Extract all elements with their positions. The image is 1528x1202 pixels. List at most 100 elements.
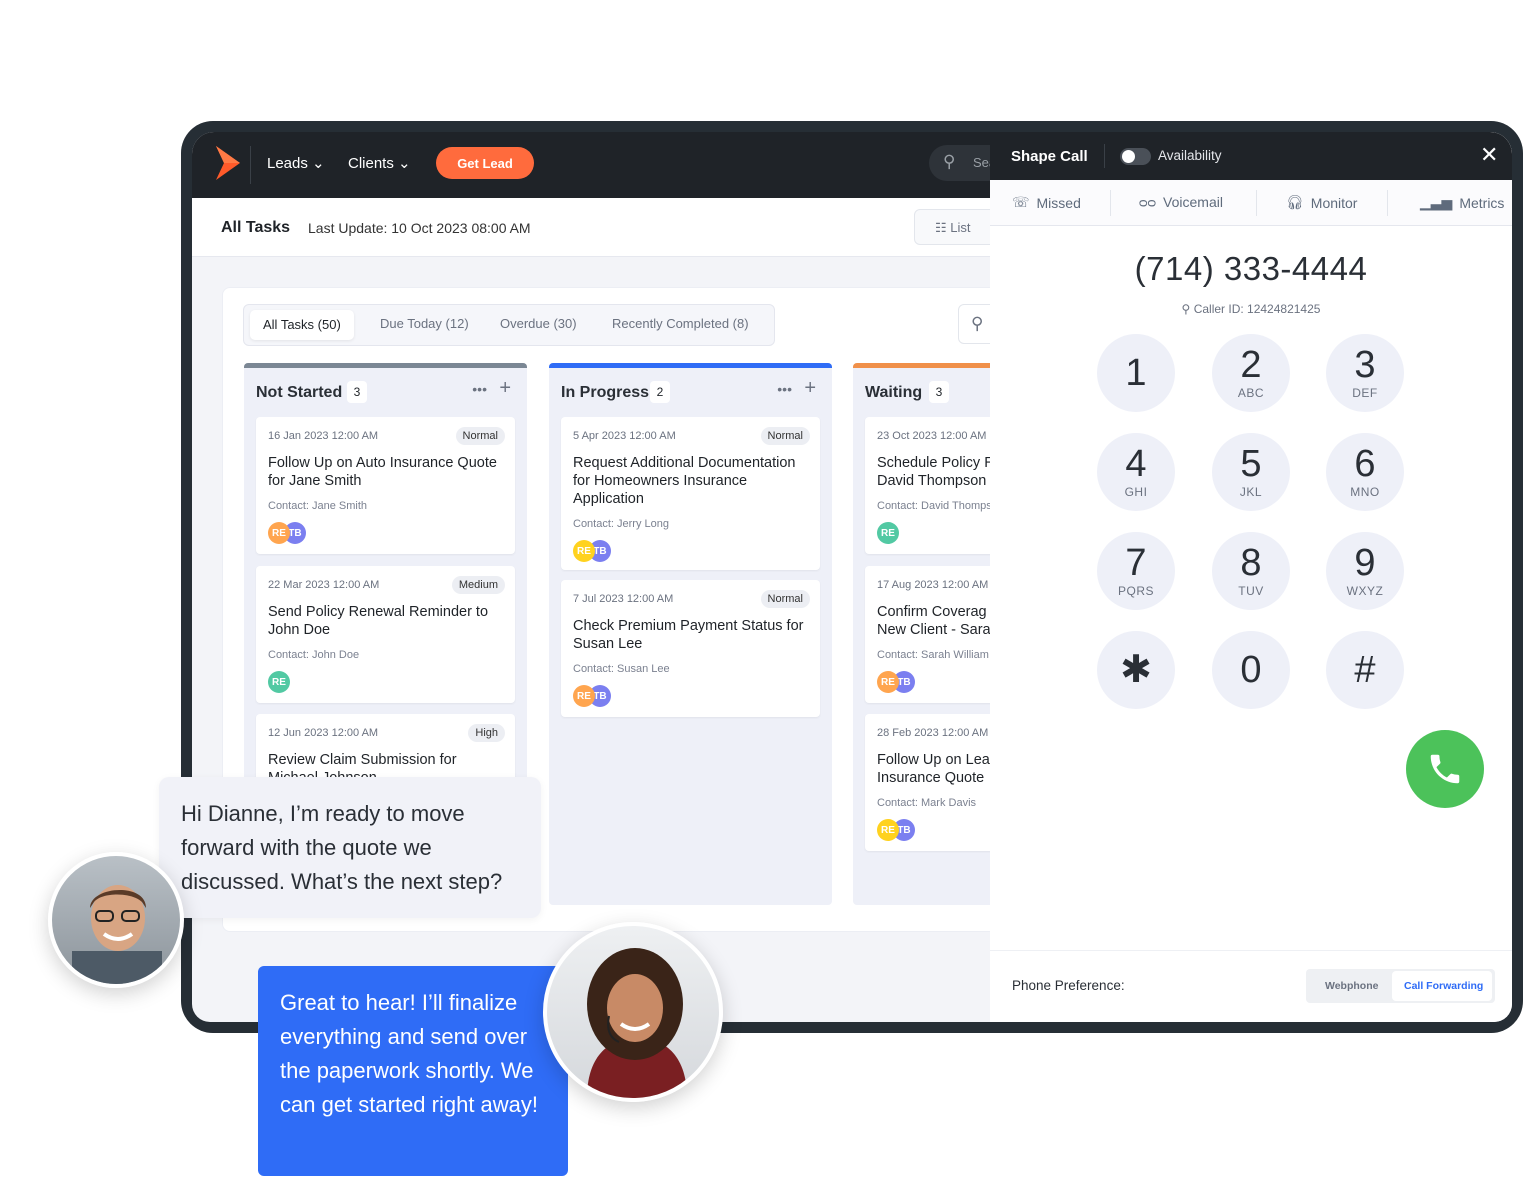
tab-missed[interactable]: ☏ Missed <box>1012 194 1081 211</box>
phone-number-display[interactable]: (714) 333-4444 <box>990 250 1512 288</box>
avatar: RE <box>573 540 595 562</box>
priority-badge: Normal <box>760 427 810 445</box>
tab-overdue[interactable]: Overdue (30) <box>500 316 577 331</box>
task-contact: Contact: Jerry Long <box>573 518 669 530</box>
availability-toggle[interactable] <box>1120 148 1151 165</box>
call-button[interactable] <box>1406 730 1484 808</box>
avatar: RE <box>877 819 899 841</box>
key-6[interactable]: 6 MNO <box>1326 433 1404 511</box>
avatar: RE <box>573 685 595 707</box>
task-contact: Contact: Sarah William <box>877 649 989 661</box>
key-5[interactable]: 5 JKL <box>1212 433 1290 511</box>
search-icon: ⚲ <box>943 152 956 171</box>
nav-clients[interactable]: Clients ⌄ <box>348 154 411 172</box>
key-digit: # <box>1354 649 1376 691</box>
task-date: 12 Jun 2023 12:00 AM <box>268 727 379 739</box>
task-date: 7 Jul 2023 12:00 AM <box>573 593 674 605</box>
more-icon[interactable]: ••• <box>472 381 487 397</box>
dialer-title: Shape Call <box>1011 148 1088 165</box>
tab-due-today[interactable]: Due Today (12) <box>380 316 469 331</box>
task-title: Follow Up on Auto Insurance Quote for Ja… <box>268 455 497 489</box>
caller-id: ⚲ Caller ID: 12424821425 <box>1181 302 1321 316</box>
key-2[interactable]: 2 ABC <box>1212 334 1290 412</box>
close-icon[interactable]: ✕ <box>1480 142 1498 168</box>
availability-label: Availability <box>1158 148 1222 163</box>
key-8[interactable]: 8 TUV <box>1212 532 1290 610</box>
column-count: 2 <box>650 381 670 403</box>
phone-preference: Phone Preference: Webphone Call Forwardi… <box>990 950 1512 1022</box>
task-contact: Contact: John Doe <box>268 649 360 661</box>
task-card[interactable]: 22 Mar 2023 12:00 AM Medium Send Policy … <box>256 566 515 703</box>
key-4[interactable]: 4 GHI <box>1097 433 1175 511</box>
call-forwarding-option[interactable]: Call Forwarding <box>1392 971 1492 1001</box>
task-date: 17 Aug 2023 12:00 AM <box>877 579 989 591</box>
top-nav: Leads ⌄ Clients ⌄ Get Lead ⚲ Sea <box>192 132 1009 198</box>
get-lead-button[interactable]: Get Lead <box>436 147 534 179</box>
tab-metrics[interactable]: ▁▃▅ Metrics <box>1420 194 1504 211</box>
task-title: Confirm Coverag New Client - Sara <box>877 604 991 638</box>
voicemail-icon: ᴑᴑ <box>1139 194 1157 210</box>
avatar: RE <box>268 671 290 693</box>
key-digit: 5 <box>1240 443 1262 485</box>
avatar: RE <box>268 522 290 544</box>
search-icon: ⚲ <box>971 314 984 333</box>
key-1[interactable]: 1 <box>1097 334 1175 412</box>
agent-message-bubble: Great to hear! I’ll finalize everything … <box>258 966 568 1176</box>
key-hash[interactable]: # <box>1326 631 1404 709</box>
key-digit: 4 <box>1125 443 1147 485</box>
key-letters: MNO <box>1350 485 1380 499</box>
key-letters: PQRS <box>1117 584 1154 598</box>
dialer-header: Shape Call Availability ✕ <box>990 132 1512 180</box>
task-title: Check Premium Payment Status for Susan L… <box>573 618 804 652</box>
tab-all-tasks[interactable]: All Tasks (50) <box>250 310 354 340</box>
priority-badge: Normal <box>455 427 505 445</box>
key-3[interactable]: 3 DEF <box>1326 334 1404 412</box>
task-card[interactable]: 7 Jul 2023 12:00 AM Normal Check Premium… <box>561 580 820 717</box>
key-digit: 9 <box>1354 542 1376 584</box>
key-7[interactable]: 7 PQRS <box>1097 532 1175 610</box>
task-contact: Contact: Jane Smith <box>268 500 368 512</box>
client-avatar-photo <box>48 852 184 988</box>
location-pin-icon: ⚲ <box>1181 302 1191 316</box>
nav-leads[interactable]: Leads ⌄ <box>267 154 325 172</box>
key-digit: 2 <box>1240 344 1262 386</box>
client-message-bubble: Hi Dianne, I’m ready to move forward wit… <box>159 777 541 918</box>
tab-recently-completed[interactable]: Recently Completed (8) <box>612 316 749 331</box>
task-contact: Contact: Mark Davis <box>877 797 977 809</box>
key-digit: 3 <box>1354 344 1376 386</box>
key-digit: 7 <box>1125 542 1147 584</box>
more-icon[interactable]: ••• <box>777 381 792 397</box>
column-title: Not Started <box>256 384 343 401</box>
tab-monitor[interactable]: 🎧︎ Monitor <box>1286 194 1357 211</box>
task-card[interactable]: 5 Apr 2023 12:00 AM Normal Request Addit… <box>561 417 820 570</box>
task-date: 16 Jan 2023 12:00 AM <box>268 430 379 442</box>
key-digit: 1 <box>1125 352 1147 394</box>
subheader: All Tasks Last Update: 10 Oct 2023 08:00… <box>192 198 1004 257</box>
avatar: RE <box>877 671 899 693</box>
key-digit: ✱ <box>1120 649 1152 691</box>
bar-chart-icon: ▁▃▅ <box>1420 194 1453 210</box>
add-icon[interactable]: + <box>499 377 511 400</box>
key-letters: GHI <box>1124 485 1148 499</box>
task-contact: Contact: Susan Lee <box>573 663 670 675</box>
task-title: Follow Up on Lea Insurance Quote <box>877 752 990 786</box>
column-title: In Progress <box>561 384 650 401</box>
task-title: Request Additional Documentation for Hom… <box>573 455 796 507</box>
list-icon: ☷ <box>935 220 947 235</box>
task-date: 5 Apr 2023 12:00 AM <box>573 430 676 442</box>
column-in-progress: In Progress 2 ••• + 5 Apr 2023 12:00 AM … <box>549 363 832 905</box>
dialer-tabs: ☏ Missed ᴑᴑ Voicemail 🎧︎ Monitor ▁▃▅ Metrics <box>990 180 1512 226</box>
webphone-option[interactable]: Webphone <box>1325 980 1378 992</box>
key-star[interactable]: ✱ <box>1097 631 1175 709</box>
key-9[interactable]: 9 WXYZ <box>1326 532 1404 610</box>
add-icon[interactable]: + <box>804 377 816 400</box>
task-title: Send Policy Renewal Reminder to John Doe <box>268 604 489 638</box>
key-letters: DEF <box>1352 386 1378 400</box>
key-digit: 8 <box>1240 542 1262 584</box>
task-card[interactable]: 16 Jan 2023 12:00 AM Normal Follow Up on… <box>256 417 515 554</box>
tab-voicemail[interactable]: ᴑᴑ Voicemail <box>1139 194 1223 210</box>
column-count: 3 <box>929 381 949 403</box>
logo-icon <box>216 146 240 180</box>
key-letters: TUV <box>1238 584 1264 598</box>
key-0[interactable]: 0 <box>1212 631 1290 709</box>
